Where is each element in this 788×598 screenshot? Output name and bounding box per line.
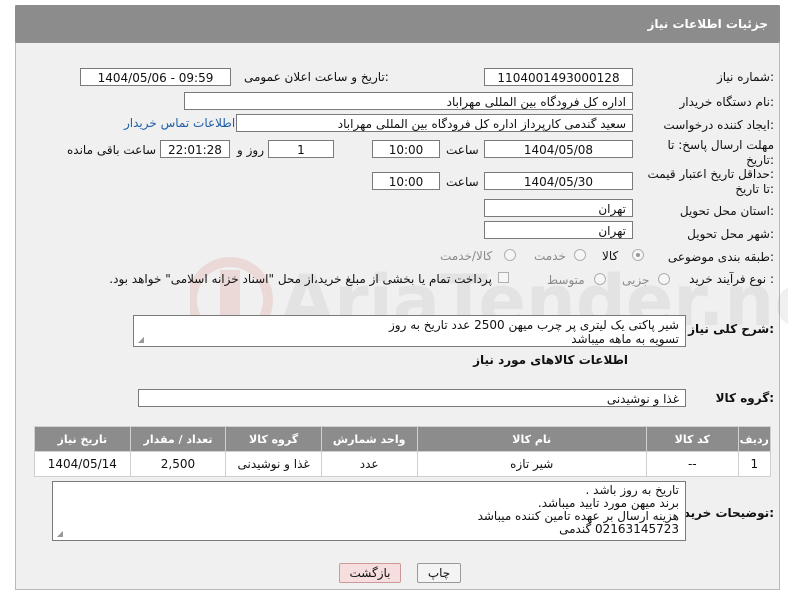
col-need-date: تاریخ نیاز [34,426,131,452]
process-option-minor: جزیی [622,273,650,287]
col-name: نام کالا [416,426,647,452]
send-deadline-label: مهلت ارسال پاسخ: تا [667,138,774,152]
page-title: جزئیات اطلاعات نیاز [647,17,768,31]
creator-field[interactable]: سعید گندمی کارپرداز اداره کل فرودگاه بین… [236,114,633,132]
col-group: گروه کالا [225,426,322,452]
col-unit: واحد شمارش [320,426,418,452]
col-code: کد کالا [645,426,739,452]
buyer-note-line: 02163145723 گندمی [559,522,679,536]
category-option-goods: کالا [602,249,619,263]
process-label: نوع فرآیند خرید : [689,272,774,286]
goods-group-label: گروه کالا: [715,391,774,405]
send-time-field[interactable]: 10:00 [372,140,440,158]
city-field[interactable]: تهران [484,221,633,239]
buyer-notes-textarea[interactable]: تاریخ به روز باشد . برند میهن مورد تایید… [52,481,686,541]
category-radio-service[interactable] [574,249,586,261]
goods-table: ردیف کد کالا نام کالا واحد شمارش گروه کا… [34,426,772,477]
category-label: طبقه بندی موضوعی: [667,250,774,264]
cell-group: غذا و نوشیدنی [225,451,322,477]
province-field[interactable]: تهران [484,199,633,217]
print-button[interactable]: چاپ [417,563,461,583]
validity-label-2: تا تاریخ: [735,182,774,196]
validity-time-field[interactable]: 10:00 [372,172,440,190]
remaining-time-label: ساعت باقی مانده [67,143,157,157]
buyer-org-label: نام دستگاه خریدار: [679,95,775,109]
validity-time-label: ساعت [446,175,479,189]
category-radio-goods[interactable] [632,249,644,261]
validity-date-field[interactable]: 1404/05/30 [484,172,633,190]
description-label: شرح کلی نیاز: [688,322,774,336]
process-option-medium: متوسط [547,273,585,287]
validity-label: حداقل تاریخ اعتبار قیمت: [647,167,774,181]
resize-grip-icon[interactable]: ◢ [136,336,144,344]
cell-quantity: 2,500 [129,451,227,477]
send-date-field[interactable]: 1404/05/08 [484,140,633,158]
goods-table-header: ردیف کد کالا نام کالا واحد شمارش گروه کا… [34,426,772,452]
announce-datetime-field[interactable]: 1404/05/06 - 09:59 [80,68,231,86]
creator-label: ایجاد کننده درخواست: [663,118,774,132]
send-time-label: ساعت [446,143,479,157]
payment-note: پرداخت تمام یا بخشی از مبلغ خرید،از محل … [109,272,492,286]
contact-info-link[interactable]: اطلاعات تماس خریدار [124,116,235,130]
city-label: شهر محل تحویل: [687,227,774,241]
process-radio-medium[interactable] [594,273,606,285]
back-button[interactable]: بازگشت [339,563,401,583]
category-option-goods-service: کالا/خدمت [440,249,493,263]
category-radio-goods-service[interactable] [504,249,516,261]
category-option-service: خدمت [534,249,566,263]
buyer-org-field[interactable]: اداره کل فرودگاه بین المللی مهراباد [184,92,633,110]
resize-grip-icon[interactable]: ◢ [55,530,63,538]
cell-need-date: 1404/05/14 [34,451,131,477]
days-label: روز و [237,143,264,157]
goods-group-field[interactable]: غذا و نوشیدنی [138,389,686,407]
remaining-time-field[interactable]: 22:01:28 [160,140,230,158]
cell-name: شیر تازه [416,451,647,477]
cell-row: 1 [737,451,772,477]
description-textarea[interactable]: شیر پاکتی یک لیتری پر چرب میهن 2500 عدد … [133,315,686,347]
description-line-2: تسویه به ماهه میباشد [571,332,679,346]
treasury-checkbox[interactable] [498,272,509,283]
table-row[interactable]: 1 -- شیر تازه عدد غذا و نوشیدنی 2,500 14… [34,451,772,477]
buyer-notes-label: توضیحات خریدار: [672,506,774,520]
send-deadline-label-2: تاریخ: [746,153,774,167]
process-radio-minor[interactable] [658,273,670,285]
days-remaining-field[interactable]: 1 [268,140,334,158]
goods-section-title: اطلاعات کالاهای مورد نیاز [473,353,628,367]
cell-unit: عدد [320,451,418,477]
cell-code: -- [645,451,739,477]
col-quantity: تعداد / مقدار [129,426,227,452]
announce-label: تاریخ و ساعت اعلان عمومی: [244,70,389,84]
need-number-label: شماره نیاز: [716,70,774,84]
col-row: ردیف [737,426,772,452]
description-line-1: شیر پاکتی یک لیتری پر چرب میهن 2500 عدد … [389,318,679,332]
panel-header: جزئیات اطلاعات نیاز [15,5,780,43]
province-label: استان محل تحویل: [679,204,774,218]
need-number-field[interactable]: 1104001493000128 [484,68,633,86]
